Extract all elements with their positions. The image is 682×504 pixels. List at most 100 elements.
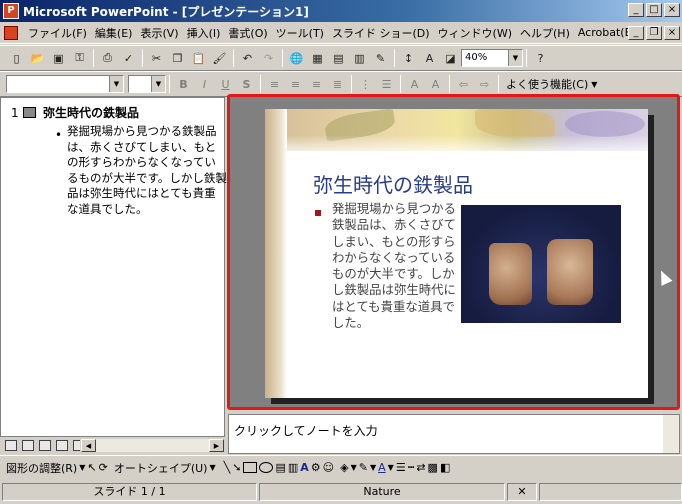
vertical-textbox-icon[interactable]: ▥ bbox=[288, 461, 298, 474]
menu-window[interactable]: ウィンドウ(W) bbox=[434, 23, 516, 43]
chart-icon[interactable]: ▤ bbox=[328, 48, 349, 69]
show-formatting-icon[interactable]: A bbox=[419, 48, 440, 69]
maximize-button[interactable]: □ bbox=[646, 3, 662, 17]
chevron-down-icon[interactable]: ▼ bbox=[209, 463, 215, 472]
font-size-select[interactable]: ▼ bbox=[128, 75, 166, 93]
redo-icon[interactable]: ↷ bbox=[258, 48, 279, 69]
document-icon[interactable] bbox=[4, 25, 18, 40]
iron-artifacts-photo[interactable] bbox=[461, 205, 621, 323]
new-icon[interactable]: ▯ bbox=[6, 48, 27, 69]
doc-close-button[interactable]: × bbox=[664, 26, 680, 40]
print-icon[interactable]: ⎙ bbox=[97, 48, 118, 69]
menu-file[interactable]: ファイル(F) bbox=[24, 23, 91, 43]
notes-pane[interactable]: クリックしてノートを入力 bbox=[228, 414, 680, 454]
numbering-icon[interactable]: ⋮ bbox=[355, 74, 376, 95]
hyperlink-icon[interactable]: 🌐 bbox=[286, 48, 307, 69]
textbox-icon[interactable]: ▤ bbox=[275, 461, 285, 474]
demote-icon[interactable]: ⇨ bbox=[474, 74, 495, 95]
slide-sorter-icon[interactable] bbox=[56, 440, 68, 451]
menu-view[interactable]: 表示(V) bbox=[136, 23, 182, 43]
bold-button[interactable]: B bbox=[173, 74, 194, 95]
outline-body-text[interactable]: 発掘現場から見つかる鉄製品は、赤くさびてしまい、もとの形すらわからなくなっている… bbox=[67, 124, 227, 218]
chevron-down-icon[interactable]: ▼ bbox=[151, 76, 165, 92]
draw-table-icon[interactable]: ✎ bbox=[370, 48, 391, 69]
normal-view-icon[interactable] bbox=[5, 440, 17, 451]
shadow-button[interactable]: S bbox=[236, 74, 257, 95]
chevron-down-icon[interactable]: ▼ bbox=[109, 76, 123, 92]
free-rotate-icon[interactable]: ⟳ bbox=[99, 461, 108, 474]
slide-icon[interactable] bbox=[23, 107, 36, 118]
slide-view-icon[interactable] bbox=[39, 440, 51, 451]
outline-pane[interactable]: 1 弥生時代の鉄製品 • 発掘現場から見つかる鉄製品は、赤くさびてしまい、もとの… bbox=[0, 97, 227, 437]
doc-minimize-button[interactable]: _ bbox=[628, 26, 644, 40]
fill-color-icon[interactable]: ◈ bbox=[340, 461, 348, 474]
spelling-icon[interactable]: ✓ bbox=[118, 48, 139, 69]
copy-icon[interactable]: ❐ bbox=[167, 48, 188, 69]
diagram-icon[interactable]: ⚙ bbox=[311, 461, 321, 474]
menu-edit[interactable]: 編集(E) bbox=[91, 23, 137, 43]
chevron-down-icon[interactable]: ▼ bbox=[591, 80, 597, 89]
chevron-down-icon[interactable]: ▼ bbox=[351, 463, 357, 472]
outline-slide-title[interactable]: 弥生時代の鉄製品 bbox=[43, 104, 139, 121]
wordart-icon[interactable]: A bbox=[300, 461, 309, 474]
decrease-font-icon[interactable]: A bbox=[425, 74, 446, 95]
close-button[interactable]: × bbox=[664, 3, 680, 17]
format-painter-icon[interactable]: 🖌 bbox=[209, 48, 230, 69]
italic-button[interactable]: I bbox=[194, 74, 215, 95]
scroll-left-icon[interactable]: ◀ bbox=[81, 439, 96, 452]
align-center-icon[interactable]: ≡ bbox=[285, 74, 306, 95]
justify-icon[interactable]: ≣ bbox=[327, 74, 348, 95]
notes-scrollbar[interactable] bbox=[663, 415, 679, 453]
line-style-icon[interactable]: ☰ bbox=[396, 461, 406, 474]
open-icon[interactable]: 📂 bbox=[27, 48, 48, 69]
menu-tools[interactable]: ツール(T) bbox=[272, 23, 328, 43]
menu-slideshow[interactable]: スライド ショー(D) bbox=[328, 23, 434, 43]
select-pointer-icon[interactable]: ↖ bbox=[87, 461, 96, 474]
slide-canvas[interactable]: 弥生時代の鉄製品 発掘現場から見つかる鉄製品は、赤くさびてしまい、もとの形すらわ… bbox=[265, 109, 648, 398]
zoom-select[interactable]: 40% ▼ bbox=[461, 49, 523, 67]
align-left-icon[interactable]: ≡ bbox=[264, 74, 285, 95]
arrow-style-icon[interactable]: ⇄ bbox=[416, 461, 425, 474]
autoshapes-menu[interactable]: オートシェイプ(U) bbox=[114, 460, 208, 476]
underline-button[interactable]: U bbox=[215, 74, 236, 95]
slide-body-text[interactable]: 発掘現場から見つかる鉄製品は、赤くさびてしまい、もとの形すらわからなくなっている… bbox=[332, 201, 460, 331]
menu-insert[interactable]: 挿入(I) bbox=[183, 23, 225, 43]
bullets-icon[interactable]: ☰ bbox=[376, 74, 397, 95]
scroll-right-icon[interactable]: ▶ bbox=[209, 439, 224, 452]
help-icon[interactable]: ? bbox=[530, 48, 551, 69]
table-icon[interactable]: ▦ bbox=[307, 48, 328, 69]
3d-style-icon[interactable]: ◧ bbox=[440, 461, 450, 474]
font-color-icon[interactable]: A bbox=[378, 461, 386, 474]
dash-style-icon[interactable]: ┅ bbox=[408, 461, 415, 474]
menu-help[interactable]: ヘルプ(H) bbox=[516, 23, 574, 43]
arrow-icon[interactable]: ➘ bbox=[232, 461, 241, 474]
chevron-down-icon[interactable]: ▼ bbox=[370, 463, 376, 472]
grayscale-icon[interactable]: ◪ bbox=[440, 48, 461, 69]
menu-format[interactable]: 書式(O) bbox=[224, 23, 271, 43]
line-icon[interactable]: ╲ bbox=[224, 461, 231, 474]
promote-icon[interactable]: ⇦ bbox=[453, 74, 474, 95]
columns-icon[interactable]: ▥ bbox=[349, 48, 370, 69]
increase-font-icon[interactable]: A bbox=[404, 74, 425, 95]
outline-horizontal-scrollbar[interactable]: ◀ ▶ bbox=[80, 438, 225, 453]
paste-icon[interactable]: 📋 bbox=[188, 48, 209, 69]
powerpoint-app-icon[interactable]: P bbox=[3, 3, 19, 19]
shadow-style-icon[interactable]: ▩ bbox=[428, 461, 438, 474]
permission-icon[interactable]: ⚿ bbox=[69, 48, 90, 69]
save-icon[interactable]: ▣ bbox=[48, 48, 69, 69]
clipart-icon[interactable]: ☺ bbox=[323, 461, 334, 474]
rectangle-icon[interactable] bbox=[243, 462, 258, 473]
oval-icon[interactable] bbox=[259, 462, 274, 473]
slide-title[interactable]: 弥生時代の鉄製品 bbox=[313, 169, 473, 198]
chevron-down-icon[interactable]: ▼ bbox=[388, 463, 394, 472]
spelling-status-icon[interactable]: ✕ bbox=[507, 483, 537, 501]
outline-view-icon[interactable] bbox=[22, 440, 34, 451]
doc-restore-button[interactable]: ❐ bbox=[646, 26, 662, 40]
expand-all-icon[interactable]: ↕ bbox=[398, 48, 419, 69]
chevron-down-icon[interactable]: ▼ bbox=[508, 50, 522, 66]
slide-pane[interactable]: 弥生時代の鉄製品 発掘現場から見つかる鉄製品は、赤くさびてしまい、もとの形すらわ… bbox=[227, 94, 680, 410]
cut-icon[interactable]: ✂ bbox=[146, 48, 167, 69]
minimize-button[interactable]: _ bbox=[628, 3, 644, 17]
adjust-shapes-menu[interactable]: 図形の調整(R) bbox=[6, 460, 77, 476]
font-name-select[interactable]: ▼ bbox=[6, 75, 124, 93]
